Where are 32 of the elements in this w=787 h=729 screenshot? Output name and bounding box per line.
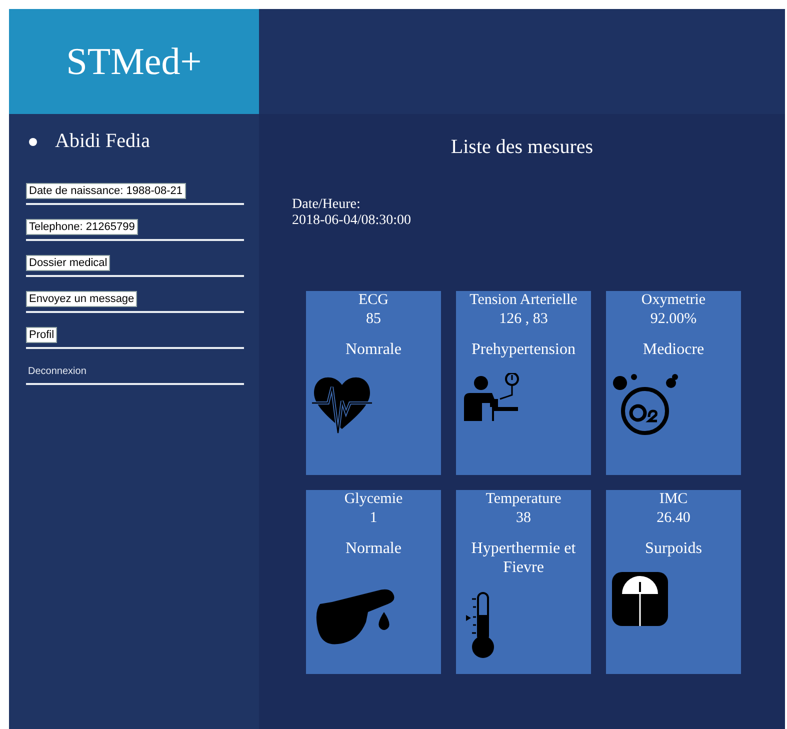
measure-value: 92.00% <box>650 310 697 329</box>
patient-name: Abidi Fedia <box>55 130 150 153</box>
measure-value: 1 <box>370 509 378 528</box>
logout-link[interactable]: Deconnexion <box>26 366 86 377</box>
measure-status: Prehypertension <box>472 340 576 359</box>
oxygen-icon <box>612 373 678 435</box>
menu-item[interactable]: Telephone: 21265799 <box>26 219 138 235</box>
datetime-label: Date/Heure: <box>292 197 362 213</box>
page-title: Liste des mesures <box>450 136 594 159</box>
measure-name: Oxymetrie <box>641 291 706 310</box>
measure-value: 26.40 <box>656 509 690 528</box>
measure-status: Surpoids <box>645 539 702 558</box>
measure-value: 38 <box>516 509 531 528</box>
measure-value: 85 <box>366 310 381 329</box>
measure-name: ECG <box>358 291 388 310</box>
scale-icon <box>612 572 668 628</box>
measure-name: Tension Arterielle <box>470 291 578 310</box>
measure-status: Normale <box>346 539 402 558</box>
menu-item[interactable]: Dossier medical <box>26 255 110 271</box>
logo: STMed+ <box>66 40 202 84</box>
menu-item[interactable]: Date de naissance: 1988-08-21 <box>26 183 186 199</box>
menu-item[interactable]: Profil <box>26 327 58 343</box>
menu-item[interactable]: Envoyez un message <box>26 291 138 307</box>
measure-name: IMC <box>659 490 688 509</box>
measure-value: 126 , 83 <box>499 310 548 329</box>
measure-name: Temperature <box>486 490 562 509</box>
measure-status: Mediocre <box>642 340 704 359</box>
measure-name: Glycemie <box>344 490 403 509</box>
datetime-value: 2018-06-04/08:30:00 <box>292 213 412 229</box>
measure-status: Nomrale <box>346 340 402 359</box>
bullet-icon <box>29 138 37 146</box>
measure-status: Hyperthermie et Fievre <box>470 539 577 577</box>
